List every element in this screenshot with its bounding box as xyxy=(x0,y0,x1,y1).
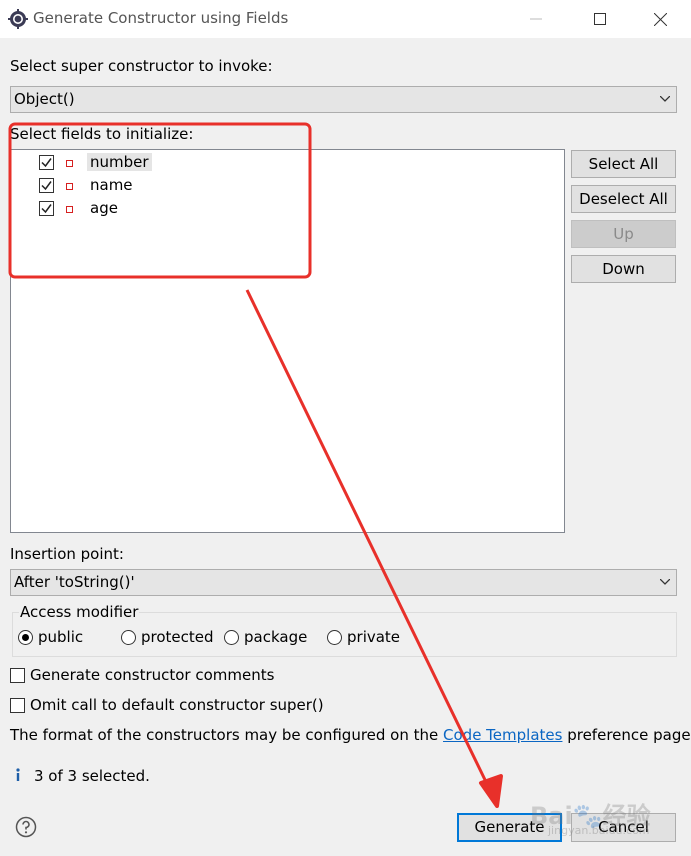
field-row-age[interactable]: age xyxy=(39,198,339,220)
select-all-button[interactable]: Select All xyxy=(571,150,676,178)
checkmark-icon xyxy=(41,158,52,168)
super-constructor-value: Object() xyxy=(14,90,75,108)
radio-package-label: package xyxy=(244,628,308,646)
fields-label: Select fields to initialize: xyxy=(10,125,194,143)
generate-comments-checkbox[interactable] xyxy=(10,668,25,683)
window-title: Generate Constructor using Fields xyxy=(33,9,289,27)
eclipse-gear-icon xyxy=(8,9,28,29)
field-row-number[interactable]: number xyxy=(39,152,339,174)
private-field-icon xyxy=(66,206,73,213)
generate-comments-label: Generate constructor comments xyxy=(30,666,275,684)
up-button[interactable]: Up xyxy=(571,220,676,248)
arrow-head xyxy=(479,774,503,808)
checkmark-icon xyxy=(41,181,52,191)
info-text-before: The format of the constructors may be co… xyxy=(10,726,444,744)
radio-private-label: private xyxy=(347,628,401,646)
chevron-down-icon xyxy=(660,96,670,102)
field-checkbox-age[interactable] xyxy=(39,201,54,216)
minimize-icon xyxy=(530,18,542,20)
help-icon[interactable] xyxy=(15,816,37,838)
super-constructor-label: Select super constructor to invoke: xyxy=(10,57,273,75)
field-checkbox-name[interactable] xyxy=(39,178,54,193)
insertion-point-label: Insertion point: xyxy=(10,545,124,563)
radio-protected[interactable] xyxy=(121,630,136,645)
minimize-button[interactable] xyxy=(512,0,560,38)
watermark-url: jingyan.baidu.com xyxy=(548,824,650,837)
radio-private[interactable] xyxy=(327,630,342,645)
info-text-after: preference page. xyxy=(562,726,691,744)
close-icon xyxy=(653,12,667,26)
info-text: The format of the constructors may be co… xyxy=(10,726,691,744)
field-name: name xyxy=(90,176,133,194)
chevron-down-icon xyxy=(660,579,670,585)
radio-protected-label: protected xyxy=(141,628,214,646)
title-bar: Generate Constructor using Fields xyxy=(0,0,691,38)
insertion-point-select[interactable]: After 'toString()' xyxy=(10,569,677,596)
radio-package[interactable] xyxy=(224,630,239,645)
access-modifier-title: Access modifier xyxy=(19,603,140,621)
deselect-all-button[interactable]: Deselect All xyxy=(571,185,676,213)
private-field-icon xyxy=(66,183,73,190)
super-constructor-select[interactable]: Object() xyxy=(10,86,677,113)
radio-selected-dot xyxy=(22,634,29,641)
checkmark-icon xyxy=(41,204,52,214)
omit-super-checkbox[interactable] xyxy=(10,698,25,713)
field-name: number xyxy=(87,153,152,171)
code-templates-link[interactable]: Code Templates xyxy=(443,726,562,744)
insertion-point-value: After 'toString()' xyxy=(14,573,135,591)
omit-super-label: Omit call to default constructor super() xyxy=(30,696,324,714)
status-text: 3 of 3 selected. xyxy=(34,767,150,785)
field-checkbox-number[interactable] xyxy=(39,155,54,170)
fields-tree[interactable]: number name age xyxy=(10,149,565,533)
field-name: age xyxy=(90,199,118,217)
field-row-name[interactable]: name xyxy=(39,175,339,197)
radio-public[interactable] xyxy=(18,630,33,645)
maximize-button[interactable] xyxy=(576,0,624,38)
down-button[interactable]: Down xyxy=(571,255,676,283)
info-icon xyxy=(16,768,20,781)
maximize-icon xyxy=(594,13,606,25)
close-button[interactable] xyxy=(636,0,684,38)
private-field-icon xyxy=(66,160,73,167)
radio-public-label: public xyxy=(38,628,84,646)
